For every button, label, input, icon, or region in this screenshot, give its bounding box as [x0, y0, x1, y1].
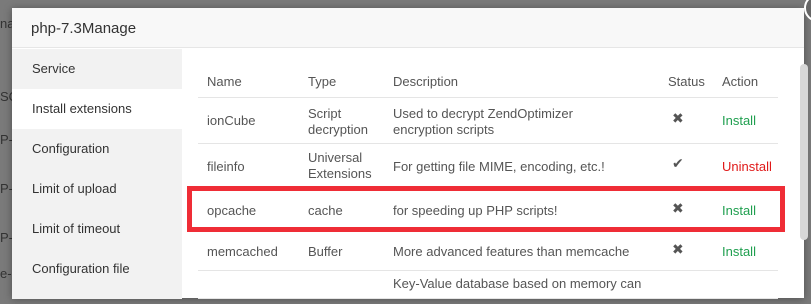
- table-header-row: Name Type Description Status Action: [198, 64, 778, 98]
- table-scrollbar[interactable]: [800, 64, 808, 240]
- status-cross-icon: ✖: [672, 241, 684, 257]
- header-status: Status: [668, 74, 705, 89]
- sidebar-item-install-extensions[interactable]: Install extensions: [12, 89, 182, 129]
- table-row: opcache cache for speeding up PHP script…: [198, 189, 778, 232]
- table-row: memcached Buffer More advanced features …: [198, 232, 778, 271]
- ext-type-line2: Extensions: [308, 166, 372, 181]
- sidebar-item-service[interactable]: Service: [12, 49, 182, 89]
- ext-desc-line1: More advanced features than memcache: [393, 244, 630, 259]
- status-cross-icon: ✖: [672, 110, 684, 126]
- status-cross-icon: ✖: [672, 200, 684, 216]
- ext-type-line1: Universal: [308, 150, 363, 165]
- install-button[interactable]: Install: [722, 113, 756, 128]
- ext-name: memcached: [207, 244, 278, 259]
- ext-desc-line1: Used to decrypt ZendOptimizer: [393, 106, 573, 121]
- ext-desc-line1: For getting file MIME, encoding, etc.!: [393, 159, 605, 174]
- header-type: Type: [308, 74, 337, 89]
- ext-type-line1: Script: [308, 106, 342, 121]
- sidebar-item-configuration[interactable]: Configuration: [12, 129, 182, 169]
- ext-desc-line1: for speeding up PHP scripts!: [393, 203, 558, 218]
- ext-type-line1: cache: [308, 203, 343, 218]
- header-description: Description: [393, 74, 459, 89]
- php-manage-dialog: php-7.3Manage ✕ Service Install extensio…: [12, 0, 811, 299]
- dialog-header: php-7.3Manage: [12, 8, 804, 48]
- extensions-table: Name Type Description Status Action ionC…: [198, 64, 790, 304]
- header-action: Action: [722, 74, 759, 89]
- table-row: Key-Value database based on memory can: [198, 271, 778, 299]
- header-name: Name: [207, 74, 242, 89]
- ext-desc-line2: encryption scripts: [393, 122, 495, 137]
- install-button[interactable]: Install: [722, 203, 756, 218]
- ext-type-line1: Buffer: [308, 244, 343, 259]
- sidebar-item-configuration-file[interactable]: Configuration file: [12, 249, 182, 289]
- sidebar-item-limit-of-timeout[interactable]: Limit of timeout: [12, 209, 182, 249]
- table-row: ionCube Script decryption Used to decryp…: [198, 98, 778, 144]
- status-check-icon: ✔: [672, 155, 684, 171]
- dialog-title: php-7.3Manage: [31, 20, 137, 37]
- table-row: fileinfo Universal Extensions For gettin…: [198, 144, 778, 189]
- install-button[interactable]: Install: [722, 244, 756, 259]
- ext-type-line2: decryption: [308, 122, 368, 137]
- ext-desc-line1: Key-Value database based on memory can: [393, 276, 642, 291]
- ext-name: ionCube: [207, 113, 256, 128]
- ext-name: opcache: [207, 203, 257, 218]
- sidebar-item-limit-of-upload[interactable]: Limit of upload: [12, 169, 182, 209]
- uninstall-button[interactable]: Uninstall: [722, 159, 772, 174]
- ext-name: fileinfo: [207, 159, 245, 174]
- sidebar: Service Install extensions Configuration…: [12, 49, 182, 299]
